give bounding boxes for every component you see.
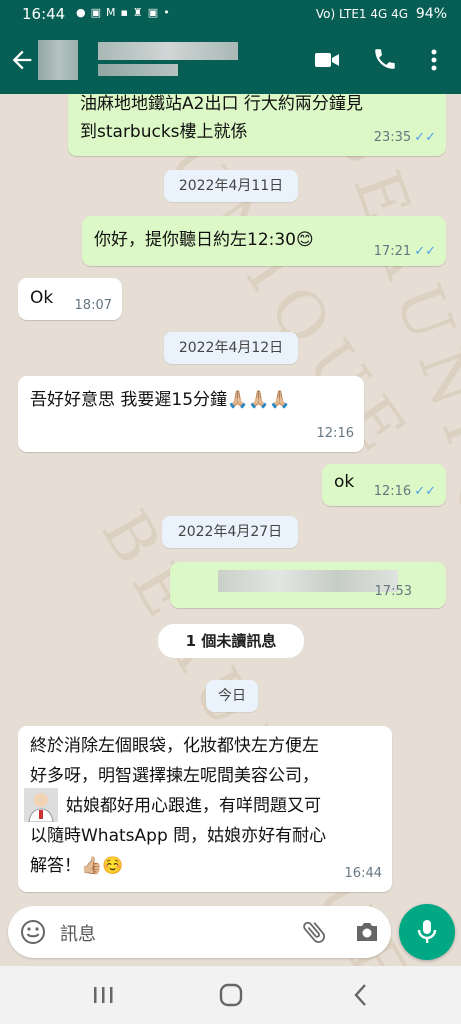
status-time: 16:44 — [22, 5, 66, 23]
back-nav-icon[interactable] — [350, 982, 372, 1008]
unread-messages-divider: 1 個未讀訊息 — [158, 624, 304, 658]
time-label: 23:35 — [373, 130, 412, 145]
message-text: Ok — [30, 288, 54, 308]
avatar[interactable] — [38, 40, 78, 80]
camera-icon[interactable] — [354, 920, 380, 944]
avatar-icon — [24, 788, 58, 823]
status-bar: 16:44 ●▣M▪♜▣• Vo) LTE1 4G 4G 94% — [0, 0, 461, 28]
message-text: 姑娘都好用心跟進，有咩問題又可 — [66, 796, 321, 816]
chat-messages[interactable]: 油麻地地鐵站A2出口 行大約兩分鐘見 到starbucks樓上就係 23:35 ✓… — [0, 94, 461, 904]
network-indicator: Vo) LTE1 4G 4G — [315, 7, 409, 21]
notification-icons: ●▣M▪♜▣• — [76, 6, 175, 19]
time-label: 17:21 — [373, 244, 412, 259]
message-text: 解答！👍🏼☺️ — [30, 856, 124, 876]
message-time: 17:53 — [374, 584, 412, 599]
paperclip-icon[interactable] — [300, 918, 328, 946]
status-right: Vo) LTE1 4G 4G 94% — [316, 6, 447, 22]
message-time: 12:16 — [316, 426, 354, 441]
message-text-redacted — [218, 570, 398, 592]
chat-header — [0, 28, 461, 94]
message-outgoing[interactable]: ok 12:16 ✓✓ — [322, 464, 446, 506]
message-time: 16:44 — [344, 866, 382, 881]
message-text: 你好，提你聽日約左12:30😊 — [94, 230, 314, 250]
arrow-left-icon[interactable] — [8, 46, 36, 74]
read-ticks-icon: ✓✓ — [414, 484, 436, 499]
message-outgoing[interactable]: 油麻地地鐵站A2出口 行大約兩分鐘見 到starbucks樓上就係 23:35 ✓… — [68, 94, 446, 156]
message-outgoing[interactable]: 17:53 — [170, 562, 446, 608]
message-incoming[interactable]: Ok 18:07 — [18, 278, 122, 320]
message-outgoing[interactable]: 你好，提你聽日約左12:30😊 17:21 ✓✓ — [82, 216, 446, 266]
message-text: 以隨時WhatsApp 問，姑娘亦好有耐心 — [30, 826, 327, 846]
time-label: 12:16 — [373, 484, 412, 499]
message-incoming[interactable]: 終於消除左個眼袋，化妝都快左方便左 好多呀，明智選擇揀左呢間美容公司， 姑娘都好… — [18, 726, 392, 892]
message-text: 終於消除左個眼袋，化妝都快左方便左 — [30, 736, 319, 756]
read-ticks-icon: ✓✓ — [414, 130, 436, 145]
more-vert-icon[interactable] — [426, 46, 442, 74]
date-divider: 2022年4月12日 — [164, 332, 298, 364]
home-icon[interactable] — [218, 982, 244, 1008]
mic-button[interactable] — [399, 904, 455, 960]
date-divider: 2022年4月27日 — [162, 516, 298, 548]
battery-level: 94% — [415, 6, 447, 22]
message-time: 18:07 — [74, 298, 112, 313]
emoji-icon[interactable] — [20, 919, 46, 945]
message-text: 好多呀，明智選擇揀左呢間美容公司， — [30, 766, 319, 786]
recents-icon[interactable] — [92, 984, 114, 1006]
contact-status — [98, 64, 178, 76]
contact-name[interactable] — [98, 42, 238, 60]
message-time: 12:16 ✓✓ — [374, 484, 436, 499]
video-call-icon[interactable] — [314, 48, 339, 72]
message-input[interactable]: 訊息 — [60, 920, 96, 946]
date-divider: 2022年4月11日 — [164, 170, 298, 202]
message-input-bar[interactable]: 訊息 — [8, 906, 391, 958]
message-text: 吾好好意思 我要遲15分鐘🙏🏼🙏🏼🙏🏼 — [30, 390, 291, 410]
message-incoming[interactable]: 吾好好意思 我要遲15分鐘🙏🏼🙏🏼🙏🏼 12:16 — [18, 376, 364, 452]
message-time: 23:35 ✓✓ — [374, 130, 436, 145]
message-text: ok — [334, 472, 355, 492]
date-divider: 今日 — [206, 680, 258, 712]
system-nav-bar — [0, 966, 461, 1024]
message-time: 17:21 ✓✓ — [374, 244, 436, 259]
message-text: 油麻地地鐵站A2出口 行大約兩分鐘見 — [80, 94, 363, 114]
phone-icon[interactable] — [372, 46, 398, 72]
message-text: 到starbucks樓上就係 — [80, 122, 248, 142]
mic-icon — [417, 920, 437, 943]
read-ticks-icon: ✓✓ — [414, 244, 436, 259]
